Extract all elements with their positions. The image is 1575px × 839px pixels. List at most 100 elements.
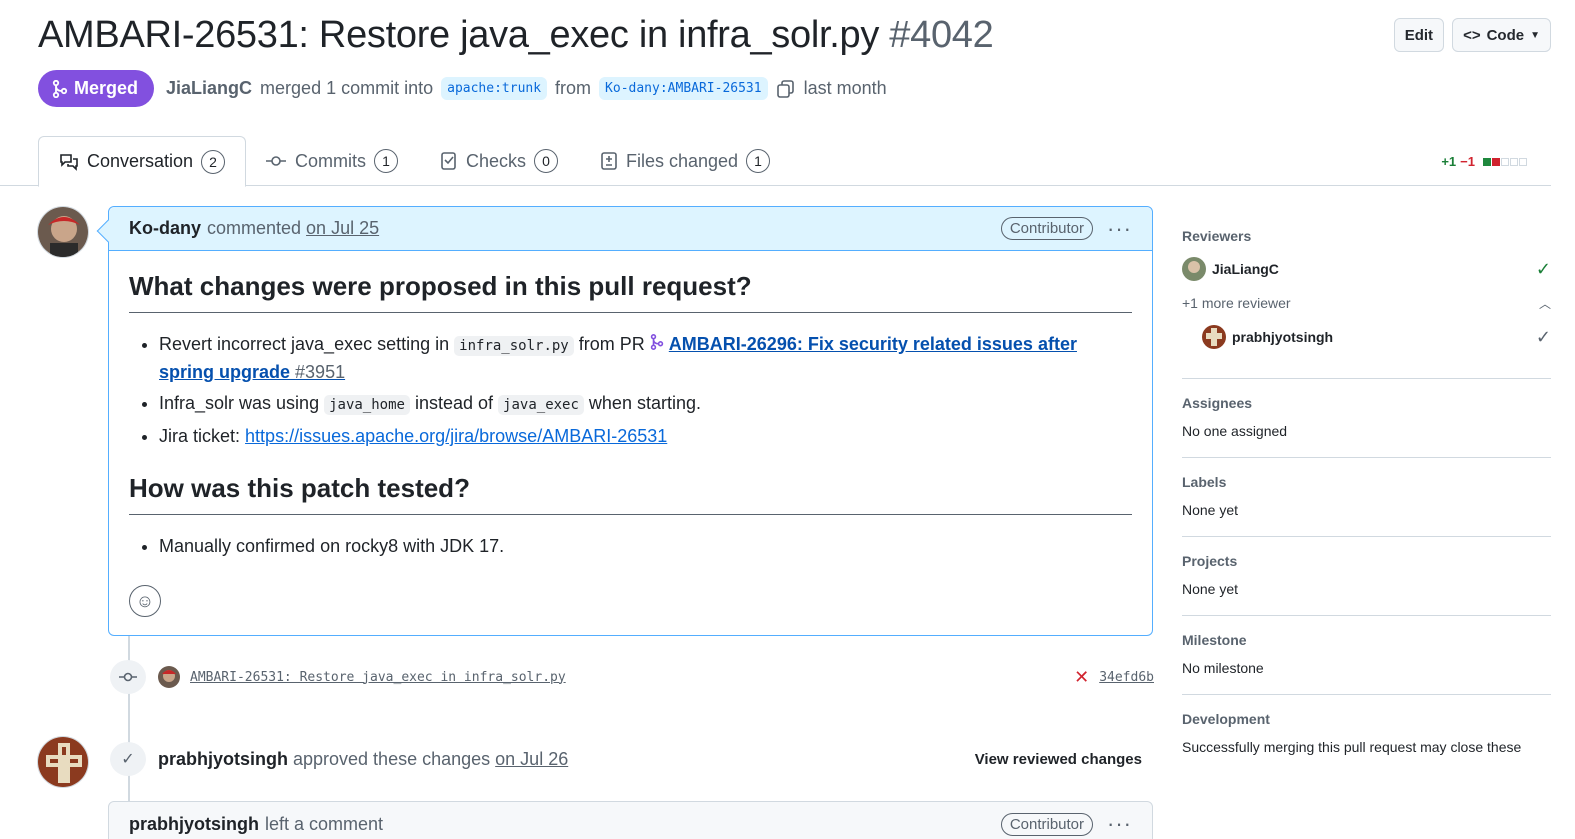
commit-message-link[interactable]: AMBARI-26531: Restore java_exec in infra… [190, 670, 566, 685]
comment-heading-changes: What changes were proposed in this pull … [129, 271, 1132, 313]
sidebar-projects: Projects None yet [1182, 553, 1551, 616]
review-comment-header: prabhjyotsingh left a comment Contributo… [109, 802, 1152, 839]
diffstat-additions: +1 [1441, 154, 1457, 169]
comment-header: Ko-dany commented on Jul 25 Contributor … [109, 207, 1152, 251]
from-text: from [555, 78, 592, 98]
avatar-prabhjyotsingh[interactable] [37, 736, 89, 788]
tab-commits[interactable]: Commits 1 [265, 136, 398, 186]
bullet-text: Jira ticket: [159, 426, 241, 446]
list-item: Manually confirmed on rocky8 with JDK 17… [159, 533, 1132, 559]
kebab-horizontal-icon[interactable]: ··· [1107, 813, 1132, 835]
bullet-text: when starting. [588, 393, 701, 413]
list-item: Jira ticket: https://issues.apache.org/j… [159, 423, 1132, 449]
inline-code: infra_solr.py [454, 336, 574, 356]
comment-action: commented [207, 218, 302, 238]
milestone-title[interactable]: Milestone [1182, 632, 1551, 648]
tab-files-changed-count: 1 [746, 149, 771, 173]
reviewer-item[interactable]: prabhjyotsingh ✓ [1202, 324, 1551, 350]
more-reviewers-toggle[interactable]: +1 more reviewer ︿ [1182, 292, 1551, 314]
smiley-icon[interactable]: ☺ [129, 585, 161, 617]
tab-conversation[interactable]: Conversation 2 [38, 136, 247, 187]
jira-link[interactable]: https://issues.apache.org/jira/browse/AM… [245, 426, 667, 446]
tab-commits-count: 1 [374, 149, 398, 173]
bullet-text: Infra_solr was using [159, 393, 320, 413]
comment-body: What changes were proposed in this pull … [109, 251, 1152, 559]
edit-button[interactable]: Edit [1393, 18, 1445, 52]
reviewer-link[interactable]: prabhjyotsingh [158, 749, 288, 770]
head-branch[interactable]: Ko-dany:AMBARI-26531 [599, 77, 768, 100]
review-comment-author[interactable]: prabhjyotsingh [129, 814, 259, 835]
tab-files-changed-label: Files changed [626, 150, 739, 171]
list-item: Revert incorrect java_exec setting in in… [159, 331, 1132, 385]
merge-time: last month [803, 78, 887, 98]
reviewers-title[interactable]: Reviewers [1182, 228, 1551, 244]
review-comment-action: left a comment [265, 813, 384, 834]
header-actions: Edit <> Code ▼ [1393, 18, 1551, 52]
contributor-badge: Contributor [1000, 812, 1094, 836]
pr-meta: Merged JiaLiangC merged 1 commit into ap… [38, 70, 887, 107]
avatar-ko-dany[interactable] [37, 206, 89, 258]
more-reviewers-label: +1 more reviewer [1182, 295, 1291, 311]
pr-title-text: AMBARI-26531: Restore java_exec in infra… [38, 14, 880, 56]
review-date[interactable]: on Jul 26 [495, 749, 568, 770]
sidebar-milestone: Milestone No milestone [1182, 632, 1551, 695]
diffstat-deletions: −1 [1460, 154, 1475, 169]
bullet-text: instead of [414, 393, 494, 413]
commit-author-avatar[interactable] [158, 666, 180, 688]
development-title[interactable]: Development [1182, 711, 1551, 727]
view-reviewed-changes-button[interactable]: View reviewed changes [975, 751, 1142, 768]
changes-list: Revert incorrect java_exec setting in in… [159, 331, 1132, 449]
pr-tabs: Conversation 2 Commits 1 Checks 0 Files … [0, 136, 1551, 187]
review-action: approved these changes [293, 748, 491, 769]
copy-icon[interactable] [776, 79, 796, 99]
base-branch[interactable]: apache:trunk [441, 77, 548, 100]
commit-icon [266, 156, 286, 166]
merged-state-label: Merged [74, 78, 139, 98]
projects-value: None yet [1182, 581, 1239, 597]
tab-checks-count: 0 [534, 149, 559, 173]
tab-commits-label: Commits [295, 150, 366, 171]
sidebar-reviewers: Reviewers JiaLiangC ✓ +1 more reviewer ︿… [1182, 228, 1551, 379]
commit-sha-link[interactable]: 34efd6b [1099, 670, 1154, 685]
check-icon: ✓ [1535, 326, 1551, 347]
code-button[interactable]: <> Code ▼ [1452, 18, 1551, 52]
assignees-title[interactable]: Assignees [1182, 395, 1551, 411]
commit-node-icon [110, 660, 146, 694]
tab-checks[interactable]: Checks 0 [440, 136, 559, 186]
comment-card: Ko-dany commented on Jul 25 Contributor … [96, 206, 1153, 636]
tested-list: Manually confirmed on rocky8 with JDK 17… [159, 533, 1132, 559]
check-icon: ✓ [1535, 258, 1551, 279]
list-item: Infra_solr was using java_home instead o… [159, 390, 1132, 418]
projects-title[interactable]: Projects [1182, 553, 1551, 569]
reviewer-item[interactable]: JiaLiangC ✓ [1182, 256, 1551, 282]
chevron-up-icon: ︿ [1538, 296, 1551, 311]
labels-value: None yet [1182, 502, 1239, 518]
bullet-text: Revert incorrect java_exec setting in [159, 334, 450, 354]
reviewer-name: prabhjyotsingh [1232, 329, 1334, 345]
tab-conversation-label: Conversation [87, 151, 194, 171]
tab-checks-label: Checks [466, 150, 527, 171]
comment-heading-tested: How was this patch tested? [129, 473, 1132, 515]
comment-date[interactable]: on Jul 25 [306, 218, 379, 239]
inline-code: java_home [324, 395, 410, 415]
tab-files-changed[interactable]: Files changed 1 [600, 136, 771, 186]
inline-code: java_exec [498, 395, 584, 415]
diffstat-bar [1482, 154, 1527, 169]
check-icon: ✓ [110, 742, 146, 776]
merge-action-text: merged 1 commit into [260, 78, 434, 98]
pr-reference-number: #3951 [295, 362, 346, 382]
bullet-text: from PR [578, 334, 645, 354]
commit-event: AMBARI-26531: Restore java_exec in infra… [110, 660, 1154, 694]
kebab-horizontal-icon[interactable]: ··· [1107, 217, 1132, 239]
x-icon[interactable]: ✕ [1074, 667, 1089, 688]
code-icon: <> [1463, 26, 1481, 44]
comment-author[interactable]: Ko-dany [129, 218, 201, 239]
merger-link[interactable]: JiaLiangC [166, 78, 252, 99]
contributor-badge: Contributor [1000, 217, 1094, 240]
pr-title: AMBARI-26531: Restore java_exec in infra… [38, 14, 994, 57]
labels-title[interactable]: Labels [1182, 474, 1551, 490]
sidebar-development: Development Successfully merging this pu… [1182, 711, 1551, 755]
file-diff-icon [601, 152, 617, 170]
sidebar-labels: Labels None yet [1182, 474, 1551, 537]
comment-discussion-icon [60, 153, 78, 171]
